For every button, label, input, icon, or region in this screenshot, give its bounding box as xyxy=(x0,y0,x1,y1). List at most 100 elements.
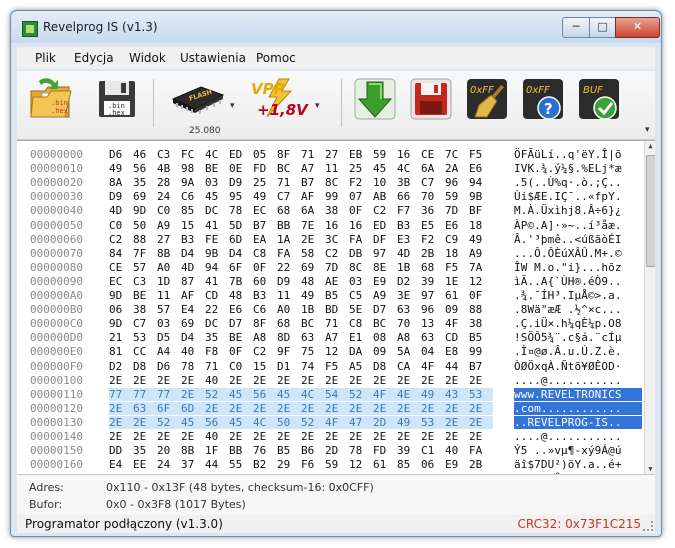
hex-byte[interactable]: 2E xyxy=(373,430,393,443)
hex-byte[interactable]: CE xyxy=(421,148,441,161)
hex-byte[interactable]: D4 xyxy=(181,247,201,260)
hex-byte[interactable]: D8 xyxy=(133,360,153,373)
hex-row[interactable]: 00000110 77 77 77 2E 52 45 56 45 4C 54 52 4F 4E 49 43 53… xyxy=(17,387,642,401)
hex-byte[interactable]: B3 xyxy=(253,289,273,302)
hex-byte[interactable]: 2E xyxy=(277,401,301,415)
hex-byte[interactable]: 25 xyxy=(253,176,273,189)
hex-byte[interactable]: 2E xyxy=(181,430,201,443)
hex-row[interactable]: 00000080 CE 57 A0 4D 94 6F 0F 22 69 7D 8C 8E 1B 68 F5 7A… xyxy=(17,261,637,274)
hex-byte[interactable]: 4D xyxy=(109,204,129,217)
read-chip-button[interactable] xyxy=(353,77,397,121)
hex-byte[interactable]: D2 xyxy=(109,360,129,373)
hex-byte[interactable]: 11 xyxy=(157,289,177,302)
hex-byte[interactable]: 96 xyxy=(421,303,441,316)
hex-byte[interactable]: 2E xyxy=(325,401,349,415)
hex-byte[interactable]: 4C xyxy=(301,387,325,401)
hex-byte[interactable]: 63 xyxy=(133,401,157,415)
hex-row-bytes[interactable]: CE 57 A0 4D 94 6F 0F 22 69 7D 8C 8E 1B 68 F5 7A xyxy=(109,261,493,274)
hex-byte[interactable]: 44 xyxy=(205,458,225,471)
hex-byte[interactable]: 59 xyxy=(445,190,465,203)
hex-byte[interactable]: 16 xyxy=(325,219,345,232)
hex-byte[interactable]: 7D xyxy=(445,204,465,217)
hex-byte[interactable]: 45 xyxy=(277,387,301,401)
hex-row[interactable]: 00000100 2E 2E 2E 2E 40 2E 2E 2E 2E 2E 2E 2E 2E 2E 2E 2E… xyxy=(17,374,637,387)
minimize-button[interactable]: ─ xyxy=(562,17,590,38)
hex-byte[interactable]: E4 xyxy=(181,303,201,316)
hex-byte[interactable]: CD xyxy=(205,289,225,302)
hex-row-bytes[interactable]: 81 CC A4 40 F8 0F C2 9F 75 12 DA 09 5A 04 E8 99 xyxy=(109,345,493,358)
hex-row-bytes[interactable]: 9D BE 11 AF CD 48 B3 11 49 B5 C5 A9 3E 97 61 0F xyxy=(109,289,493,302)
hex-byte[interactable]: AB xyxy=(373,190,393,203)
hex-byte[interactable]: 6D xyxy=(181,401,205,415)
hex-byte[interactable]: 4F xyxy=(325,415,349,429)
menu-edycja[interactable]: Edycja xyxy=(74,51,114,65)
menu-widok[interactable]: Widok xyxy=(129,51,166,65)
hex-row[interactable]: 00000000 D6 46 C3 FC 4C ED 05 8F 71 27 EB 59 16 CE 7C F5… xyxy=(17,148,637,161)
hex-byte[interactable]: 45 xyxy=(373,162,393,175)
hex-byte[interactable]: 03 xyxy=(349,275,369,288)
hex-byte[interactable]: 97 xyxy=(421,289,441,302)
hex-byte[interactable]: 2E xyxy=(301,233,321,246)
hex-byte[interactable]: D6 xyxy=(157,360,177,373)
hex-byte[interactable]: 1F xyxy=(205,444,225,457)
hex-byte[interactable]: D9 xyxy=(277,275,297,288)
hex-byte[interactable]: 49 xyxy=(301,289,321,302)
hex-byte[interactable]: 94 xyxy=(469,176,489,189)
hex-row[interactable]: 00000050 C0 50 A9 15 41 5D B7 BB 7E 16 16 ED B3 E5 E6 18… xyxy=(17,219,637,232)
hex-byte[interactable]: A9 xyxy=(469,247,489,260)
hex-byte[interactable]: 9D xyxy=(133,204,153,217)
hex-byte[interactable]: 22 xyxy=(205,303,225,316)
hex-byte[interactable]: 39 xyxy=(397,444,417,457)
hex-byte[interactable]: F7 xyxy=(397,204,417,217)
hex-byte[interactable]: B6 xyxy=(301,444,321,457)
hex-byte[interactable]: E5 xyxy=(421,219,441,232)
hex-byte[interactable]: 2E xyxy=(181,374,201,387)
hex-row[interactable]: 00000060 C2 88 27 B3 FE 6D EA 1A 2E 3C FA DF E3 F2 C9 49… xyxy=(17,233,637,246)
hex-byte[interactable]: 8E xyxy=(373,261,393,274)
hex-row-ascii[interactable]: ìÃ..A{`ÙH®.éÒ9.. xyxy=(514,275,642,288)
hex-byte[interactable]: A7 xyxy=(301,162,321,175)
hex-byte[interactable]: E9 xyxy=(445,458,465,471)
hex-byte[interactable]: 75 xyxy=(301,345,321,358)
hex-byte[interactable]: 8C xyxy=(349,261,369,274)
hex-byte[interactable]: 2E xyxy=(373,401,397,415)
hex-row[interactable]: 000000A0 9D BE 11 AF CD 48 B3 11 49 B5 C5 A9 3E 97 61 0F… xyxy=(17,289,637,302)
hex-byte[interactable]: B2 xyxy=(253,458,273,471)
hex-byte[interactable]: 77 xyxy=(157,387,181,401)
hex-byte[interactable]: 57 xyxy=(133,261,153,274)
hex-byte[interactable]: 40 xyxy=(181,345,201,358)
hex-byte[interactable]: 2E xyxy=(133,415,157,429)
hex-byte[interactable]: 5E xyxy=(349,303,369,316)
hex-row[interactable]: 000000C0 9D C7 03 69 DC D7 8F 68 BC 71 C8 BC 70 13 4F 38… xyxy=(17,317,637,330)
hex-byte[interactable]: A8 xyxy=(397,331,417,344)
hex-byte[interactable]: 2E xyxy=(277,430,297,443)
hex-byte[interactable]: 9D xyxy=(109,289,129,302)
hex-byte[interactable]: 45 xyxy=(181,415,205,429)
chip-dropdown-icon[interactable]: ▾ xyxy=(230,101,235,111)
hex-byte[interactable]: D1 xyxy=(277,360,297,373)
hex-byte[interactable]: D8 xyxy=(373,360,393,373)
hex-byte[interactable]: 88 xyxy=(133,233,153,246)
hex-byte[interactable]: 20 xyxy=(157,444,177,457)
hex-byte[interactable]: C8 xyxy=(349,317,369,330)
hex-byte[interactable]: DC xyxy=(205,317,225,330)
toolbar-overflow-icon[interactable]: ▾ xyxy=(645,125,650,135)
hex-byte[interactable]: FA xyxy=(277,247,297,260)
hex-byte[interactable]: 11 xyxy=(277,289,297,302)
hex-byte[interactable]: FD xyxy=(373,444,393,457)
maximize-button[interactable]: □ xyxy=(589,17,616,38)
hex-byte[interactable]: 12 xyxy=(469,275,489,288)
hex-byte[interactable]: 27 xyxy=(325,148,345,161)
hex-byte[interactable]: 8D xyxy=(277,331,297,344)
hex-byte[interactable]: FA xyxy=(349,233,369,246)
hex-row[interactable]: 000000E0 81 CC A4 40 F8 0F C2 9F 75 12 DA 09 5A 04 E8 99… xyxy=(17,345,637,358)
hex-byte[interactable]: E6 xyxy=(469,162,489,175)
hex-byte[interactable]: 81 xyxy=(109,345,129,358)
hex-byte[interactable]: 2E xyxy=(109,430,129,443)
hex-byte[interactable]: D5 xyxy=(157,331,177,344)
hex-byte[interactable]: 61 xyxy=(373,458,393,471)
hex-byte[interactable]: CA xyxy=(397,360,417,373)
hex-byte[interactable]: 69 xyxy=(133,190,153,203)
hex-byte[interactable]: DD xyxy=(109,444,129,457)
open-file-button[interactable]: .bin .hex xyxy=(29,77,73,121)
